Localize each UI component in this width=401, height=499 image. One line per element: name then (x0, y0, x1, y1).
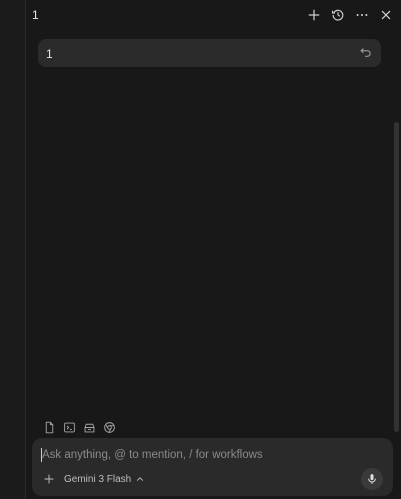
conversation-title: 1 (32, 8, 39, 22)
plus-icon[interactable] (305, 6, 323, 24)
voice-input-button[interactable] (361, 468, 383, 490)
history-icon[interactable] (329, 6, 347, 24)
plus-icon (44, 474, 54, 484)
user-message-text: 1 (46, 47, 53, 61)
chat-panel: 1 1 Ask anything, @ to mention, / for wo… (26, 0, 401, 499)
browser-icon[interactable] (102, 420, 116, 434)
file-icon[interactable] (42, 420, 56, 434)
panel-header: 1 (26, 0, 401, 30)
context-tools (42, 420, 116, 434)
model-selector[interactable]: Gemini 3 Flash (64, 471, 145, 487)
message-composer: Gemini 3 Flash (32, 438, 393, 496)
header-actions (305, 6, 395, 24)
add-context-button[interactable] (42, 472, 56, 486)
close-icon[interactable] (377, 6, 395, 24)
chevron-up-icon (137, 477, 144, 481)
user-message[interactable]: 1 (38, 39, 381, 67)
model-name: Gemini 3 Flash (64, 473, 132, 485)
prompt-input[interactable] (42, 447, 342, 463)
undo-icon[interactable] (359, 45, 373, 59)
microphone-icon (368, 474, 376, 484)
scrollbar[interactable] (394, 122, 399, 432)
more-icon[interactable] (353, 6, 371, 24)
archive-icon[interactable] (82, 420, 96, 434)
editor-left-strip (0, 0, 26, 499)
terminal-icon[interactable] (62, 420, 76, 434)
